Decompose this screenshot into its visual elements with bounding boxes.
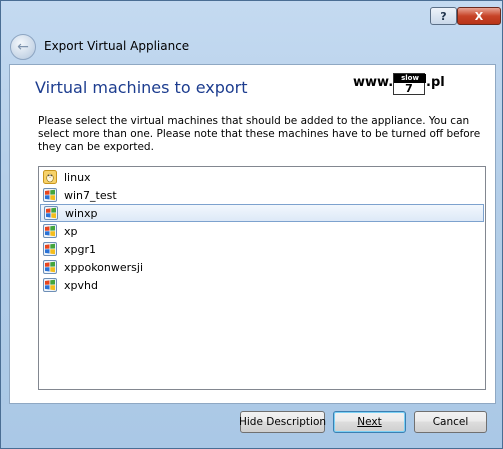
watermark-left-text: www. xyxy=(353,75,394,90)
watermark-box: slow 7 xyxy=(393,73,426,95)
cancel-button[interactable]: Cancel xyxy=(414,411,487,433)
next-button[interactable]: Next xyxy=(333,411,406,433)
wizard-header: ← Export Virtual Appliance xyxy=(1,31,502,63)
vm-list[interactable]: linux win7_testwinxp xp xpgr1 xppokonwersji x… xyxy=(38,166,486,390)
windows-os-icon xyxy=(43,188,57,202)
vm-list-item[interactable]: winxp xyxy=(40,204,484,222)
back-arrow-icon: ← xyxy=(17,39,29,55)
windows-os-icon xyxy=(43,224,57,238)
vm-list-item[interactable]: win7_test xyxy=(40,186,484,204)
back-button[interactable]: ← xyxy=(10,34,36,60)
watermark-logo: www. slow 7 .pl xyxy=(353,69,453,97)
page-description: Please select the virtual machines that … xyxy=(38,115,481,153)
title-bar[interactable]: ? X xyxy=(1,1,502,31)
vm-list-item-label: linux xyxy=(64,170,91,184)
vm-list-item-label: win7_test xyxy=(64,188,117,202)
watermark-box-number: 7 xyxy=(405,82,413,95)
linux-os-icon xyxy=(43,170,57,184)
close-button[interactable]: X xyxy=(457,7,501,25)
windows-os-icon xyxy=(43,260,57,274)
hide-description-button[interactable]: Hide Description xyxy=(239,411,326,433)
wizard-content-panel: Virtual machines to export www. slow 7 .… xyxy=(9,64,496,404)
help-icon: ? xyxy=(440,9,447,23)
vm-list-item[interactable]: linux xyxy=(40,168,484,186)
windows-os-icon xyxy=(43,278,57,292)
vm-list-item[interactable]: xp xyxy=(40,222,484,240)
close-icon: X xyxy=(474,9,484,23)
vm-list-item-label: xpgr1 xyxy=(64,242,96,256)
vm-list-item-label: xpvhd xyxy=(64,278,98,292)
help-button[interactable]: ? xyxy=(430,7,457,25)
watermark-right-text: .pl xyxy=(426,75,445,90)
windows-os-icon xyxy=(44,206,58,220)
page-heading: Virtual machines to export xyxy=(35,78,248,97)
vm-list-item[interactable]: xppokonwersji xyxy=(40,258,484,276)
vm-list-item-label: winxp xyxy=(65,206,98,220)
export-appliance-window: ? X ← Export Virtual Appliance Virtual m… xyxy=(0,0,503,449)
next-button-label: Next xyxy=(357,416,382,428)
vm-list-item-label: xppokonwersji xyxy=(64,260,144,274)
windows-os-icon xyxy=(43,242,57,256)
vm-list-item[interactable]: xpgr1 xyxy=(40,240,484,258)
wizard-title: Export Virtual Appliance xyxy=(44,39,190,53)
vm-list-item-label: xp xyxy=(64,224,78,238)
vm-list-item[interactable]: xpvhd xyxy=(40,276,484,294)
